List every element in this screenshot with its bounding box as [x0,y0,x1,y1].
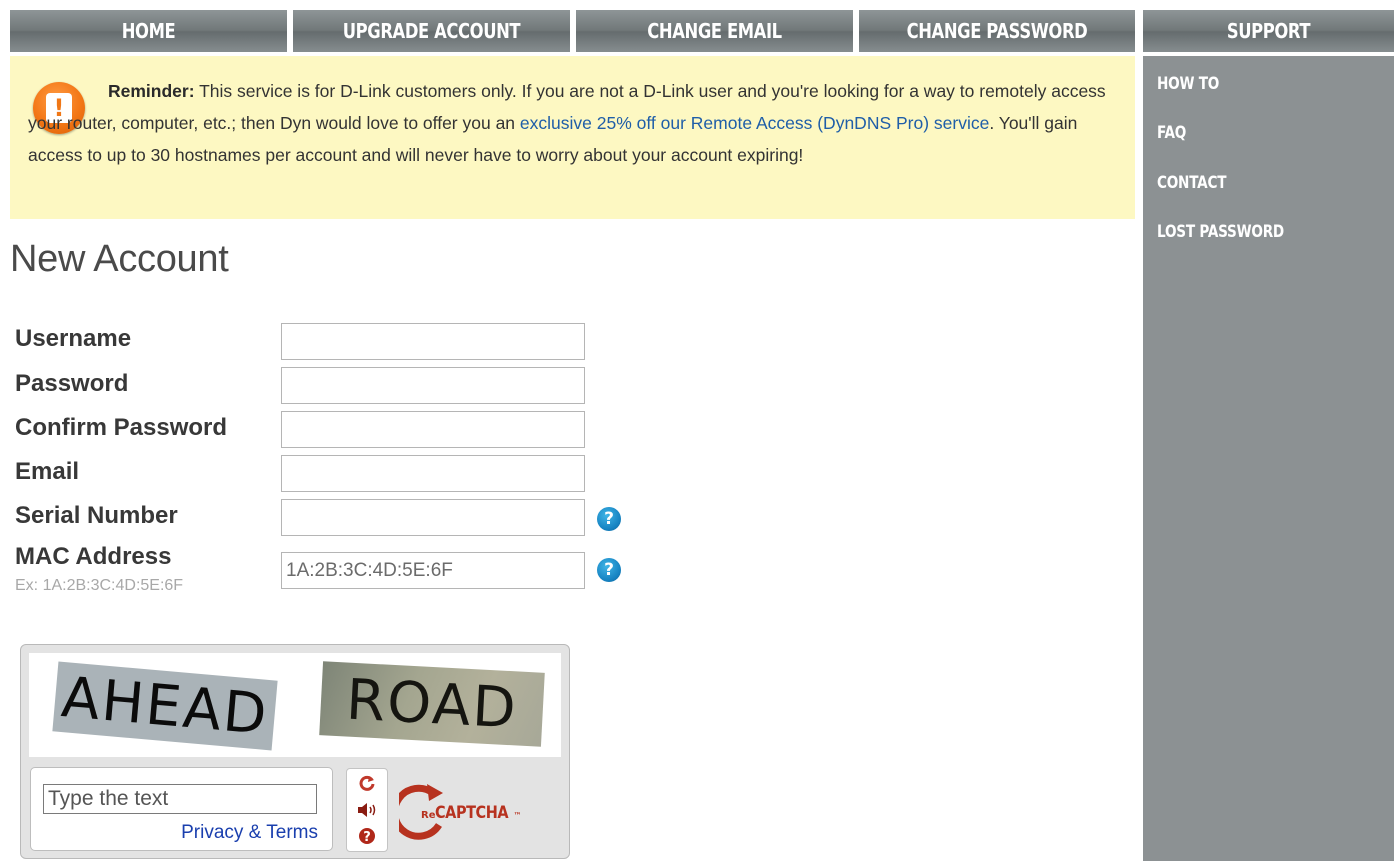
password-input[interactable] [281,367,585,404]
recaptcha-logo: Re CAPTCHA ™ [391,781,529,843]
confirm-password-label: Confirm Password [15,414,228,441]
captcha-image: AHEAD ROAD [29,653,561,757]
recaptcha-trademark: ™ [513,811,522,820]
captcha-word-1: AHEAD [52,661,278,751]
nav-tab-change-email[interactable]: CHANGE EMAIL [576,10,853,52]
support-header-label: SUPPORT [1226,19,1311,43]
username-label: Username [15,325,132,352]
sidebar-item-contact[interactable]: CONTACT [1157,173,1226,193]
pro-offer-link[interactable]: exclusive 25% off our Remote Access (Dyn… [520,113,989,133]
support-header: SUPPORT [1143,10,1394,52]
captcha-word-2: ROAD [319,661,545,747]
captcha-text-input[interactable] [43,784,317,814]
nav-tab-home[interactable]: HOME [10,10,287,52]
privacy-terms-link[interactable]: Privacy & Terms [181,822,318,844]
top-nav: HOME UPGRADE ACCOUNT CHANGE EMAIL CHANGE… [10,10,1135,52]
serial-help-icon[interactable]: ? [597,507,621,531]
mac-help-icon[interactable]: ? [597,558,621,582]
captcha-response-box: Privacy & Terms [30,767,333,851]
nav-tab-upgrade-account[interactable]: UPGRADE ACCOUNT [293,10,570,52]
nav-tab-change-email-label: CHANGE EMAIL [647,19,782,43]
mac-address-label: MAC Address [15,543,172,570]
audio-icon[interactable] [356,799,378,821]
sidebar-item-lost-password[interactable]: LOST PASSWORD [1157,222,1284,242]
mac-example-hint: Ex: 1A:2B:3C:4D:5E:6F [15,577,184,594]
serial-number-label: Serial Number [15,502,178,529]
svg-text:?: ? [363,830,371,845]
page: HOME UPGRADE ACCOUNT CHANGE EMAIL CHANGE… [0,0,1394,861]
help-icon[interactable]: ? [356,825,378,847]
recaptcha-widget: AHEAD ROAD Privacy & Terms [20,644,570,859]
refresh-icon[interactable] [356,772,378,794]
serial-number-input[interactable] [281,499,585,536]
recaptcha-brand-prefix: Re [421,810,436,821]
password-label: Password [15,370,129,397]
email-label: Email [15,458,80,485]
confirm-password-input[interactable] [281,411,585,448]
nav-tab-change-password[interactable]: CHANGE PASSWORD [859,10,1135,52]
sidebar-item-faq[interactable]: FAQ [1157,123,1186,143]
support-sidebar: HOW TO FAQ CONTACT LOST PASSWORD [1143,56,1394,861]
reminder-text: Reminder: This service is for D-Link cus… [28,75,1113,171]
page-title: New Account [10,238,229,280]
email-input[interactable] [281,455,585,492]
captcha-controls: ? [346,768,388,852]
recaptcha-brand: CAPTCHA [435,803,509,823]
nav-tab-home-label: HOME [121,19,176,43]
nav-tab-upgrade-account-label: UPGRADE ACCOUNT [342,19,521,43]
nav-tab-change-password-label: CHANGE PASSWORD [906,19,1088,43]
sidebar-item-how-to[interactable]: HOW TO [1157,74,1219,94]
username-input[interactable] [281,323,585,360]
reminder-lead: Reminder: [108,81,195,101]
mac-address-input[interactable] [281,552,585,589]
